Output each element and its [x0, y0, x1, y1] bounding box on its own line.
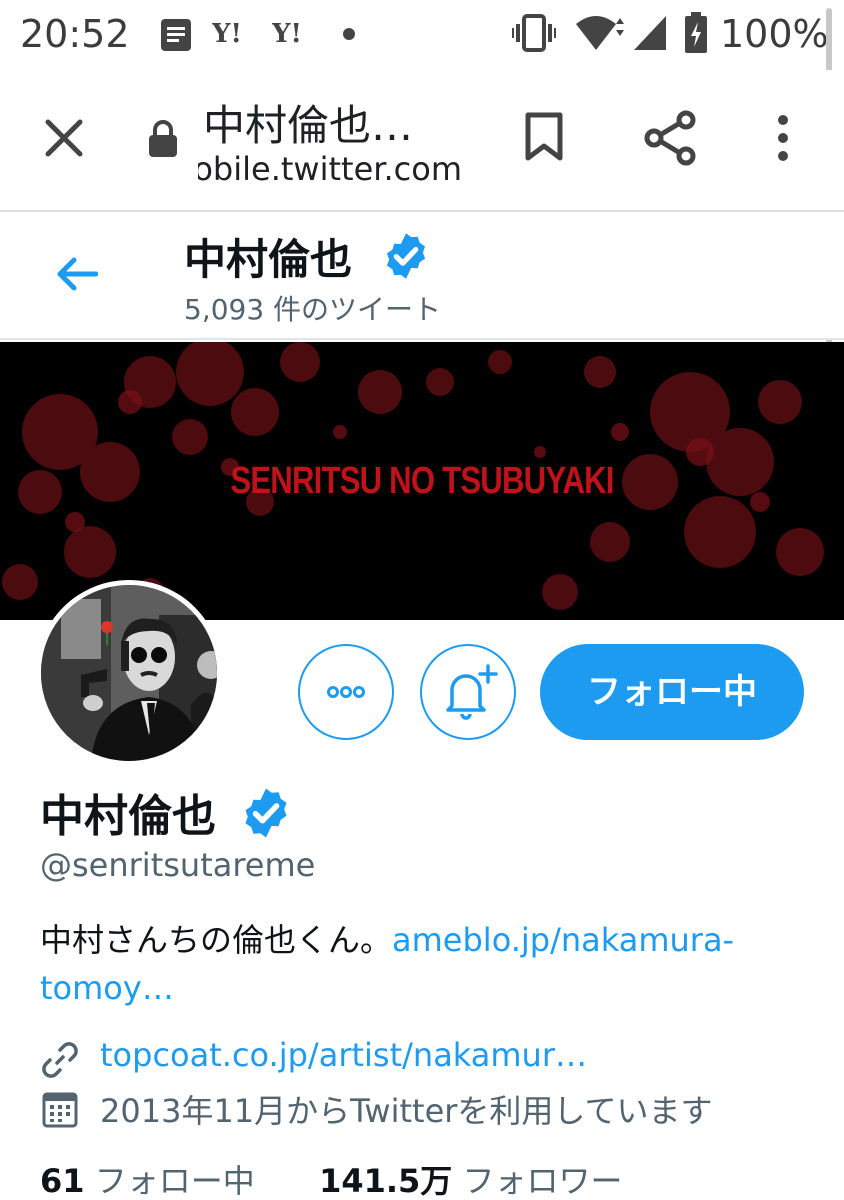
header-name: 中村倫也: [184, 235, 353, 284]
profile-name: 中村倫也: [40, 791, 216, 842]
avatar[interactable]: [36, 580, 222, 766]
more-vert-icon[interactable]: [776, 114, 790, 166]
tweet-count: 5,093 件のツイート: [184, 293, 442, 326]
bio-text: 中村さんちの倫也くん。: [40, 921, 393, 959]
yahoo-icon: Y!: [271, 18, 316, 52]
status-bar: 20:52 Y! Y! 100%: [0, 0, 844, 70]
followers-count: 141.5万: [319, 1162, 453, 1200]
follow-stats: 61 フォロー中 141.5万 フォロワー: [40, 1156, 622, 1200]
verified-badge-icon: [238, 785, 294, 845]
following-count: 61: [40, 1162, 85, 1200]
wifi-icon: [574, 14, 626, 56]
banner-text: SENRITSU NO TSUBUYAKI: [230, 460, 614, 502]
battery-percentage: 100%: [720, 12, 829, 56]
followers-stat[interactable]: 141.5万 フォロワー: [319, 1162, 622, 1200]
back-arrow-icon[interactable]: [56, 256, 99, 296]
website-link[interactable]: topcoat.co.jp/artist/nakamur…: [100, 1036, 587, 1074]
profile-bio: 中村さんちの倫也くん。ameblo.jp/nakamura- tomoy…: [40, 916, 820, 1012]
more-horiz-icon: [327, 686, 365, 698]
dot-icon: [342, 26, 356, 45]
url-display[interactable]: mobile.twitter.com: [198, 150, 462, 188]
following-stat[interactable]: 61 フォロー中: [40, 1162, 255, 1200]
bookmark-icon[interactable]: [524, 112, 564, 166]
close-icon[interactable]: [44, 118, 84, 162]
calendar-icon: [42, 1090, 78, 1136]
link-icon: [40, 1040, 80, 1088]
svg-text:Y!: Y!: [212, 19, 242, 48]
lock-icon: [148, 120, 178, 162]
status-time: 20:52: [20, 12, 130, 56]
vibrate-icon: [512, 14, 556, 56]
verified-badge-icon: [380, 230, 432, 286]
notifications-button[interactable]: [420, 644, 516, 740]
bio-link[interactable]: ameblo.jp/nakamura-: [392, 921, 734, 959]
joined-date: 2013年11月からTwitterを利用しています: [100, 1092, 713, 1130]
avatar-image: [41, 585, 217, 761]
followers-label: フォロワー: [462, 1162, 623, 1200]
browser-toolbar: 中村倫也… mobile.twitter.com: [0, 70, 844, 210]
news-icon: [160, 18, 192, 56]
signal-icon: [632, 14, 668, 56]
profile-handle: @senritsutareme: [40, 846, 316, 884]
bell-add-icon: [446, 664, 498, 720]
url-text: mobile.twitter.com: [198, 150, 462, 188]
share-icon[interactable]: [644, 110, 696, 170]
following-label: フォロー中: [94, 1162, 255, 1200]
profile-banner[interactable]: SENRITSU NO TSUBUYAKI: [0, 342, 844, 620]
profile-header-bar: 中村倫也 5,093 件のツイート: [0, 212, 844, 340]
yahoo-icon: Y!: [211, 18, 256, 52]
bio-link-continuation[interactable]: tomoy…: [40, 969, 174, 1007]
more-options-button[interactable]: [298, 644, 394, 740]
svg-text:Y!: Y!: [272, 19, 302, 48]
following-button[interactable]: フォロー中: [540, 644, 804, 740]
battery-charging-icon: [684, 12, 708, 58]
page-title: 中村倫也…: [203, 101, 414, 150]
